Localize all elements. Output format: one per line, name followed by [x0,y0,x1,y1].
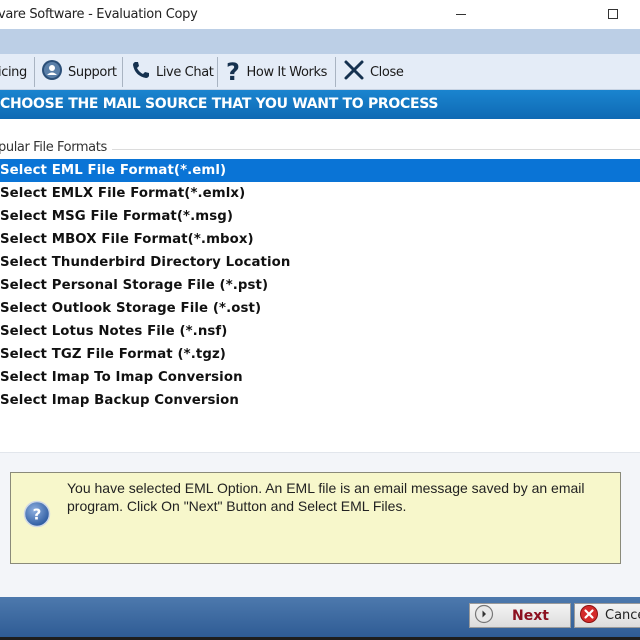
toolbar-separator [217,57,218,87]
next-button[interactable]: Next [469,603,571,628]
group-divider [112,149,640,150]
toolbar-pricing-button[interactable]: icing [0,54,27,90]
list-item[interactable]: Select Lotus Notes File (*.nsf) [0,320,640,343]
cancel-icon [575,604,599,628]
toolbar: icing Support Live Chat ? How It Works C… [0,54,640,90]
toolbar-live-chat-button[interactable]: Live Chat [131,54,214,90]
info-text: You have selected EML Option. An EML fil… [67,480,585,514]
list-item[interactable]: Select Personal Storage File (*.pst) [0,274,640,297]
help-icon: ? [23,500,51,533]
next-label: Next [512,607,549,624]
list-item[interactable]: Select EML File Format(*.eml) [0,159,640,182]
toolbar-how-it-works-label: How It Works [246,64,328,80]
phone-icon [131,60,156,84]
list-item[interactable]: Select Outlook Storage File (*.ost) [0,297,640,320]
list-item[interactable]: Select EMLX File Format(*.emlx) [0,182,640,205]
list-item[interactable]: Select MBOX File Format(*.mbox) [0,228,640,251]
toolbar-how-it-works-button[interactable]: ? How It Works [226,54,327,90]
toolbar-support-label: Support [68,64,117,80]
toolbar-separator [335,57,336,87]
list-item[interactable]: Select Imap To Imap Conversion [0,366,640,389]
maximize-button[interactable] [608,9,618,19]
list-item[interactable]: Select Imap Backup Conversion [0,389,640,412]
mail-source-list: Select EML File Format(*.eml) Select EML… [0,159,640,412]
toolbar-support-button[interactable]: Support [41,54,117,90]
list-item[interactable]: Select MSG File Format(*.msg) [0,205,640,228]
question-icon: ? [226,58,240,86]
title-bar: vare Software - Evaluation Copy [0,0,640,29]
minimize-button[interactable] [456,14,466,15]
cancel-button[interactable]: Cancel [574,603,640,628]
next-icon [470,604,494,628]
toolbar-close-label: Close [370,64,404,80]
list-item[interactable]: Select Thunderbird Directory Location [0,251,640,274]
close-icon [343,59,370,85]
toolbar-separator [34,57,35,87]
menu-strip [0,29,640,54]
support-icon [41,59,68,85]
cancel-label: Cancel [605,608,640,623]
list-item[interactable]: Select TGZ File Format (*.tgz) [0,343,640,366]
svg-text:?: ? [33,506,42,524]
window-title: vare Software - Evaluation Copy [0,7,198,22]
toolbar-separator [122,57,123,87]
group-label: pular File Formats [0,140,107,155]
toolbar-live-chat-label: Live Chat [156,64,214,80]
section-header: CHOOSE THE MAIL SOURCE THAT YOU WANT TO … [0,90,640,119]
info-box: ? You have selected EML Option. An EML f… [10,472,621,564]
toolbar-close-button[interactable]: Close [343,54,404,90]
toolbar-pricing-label: icing [0,64,27,80]
